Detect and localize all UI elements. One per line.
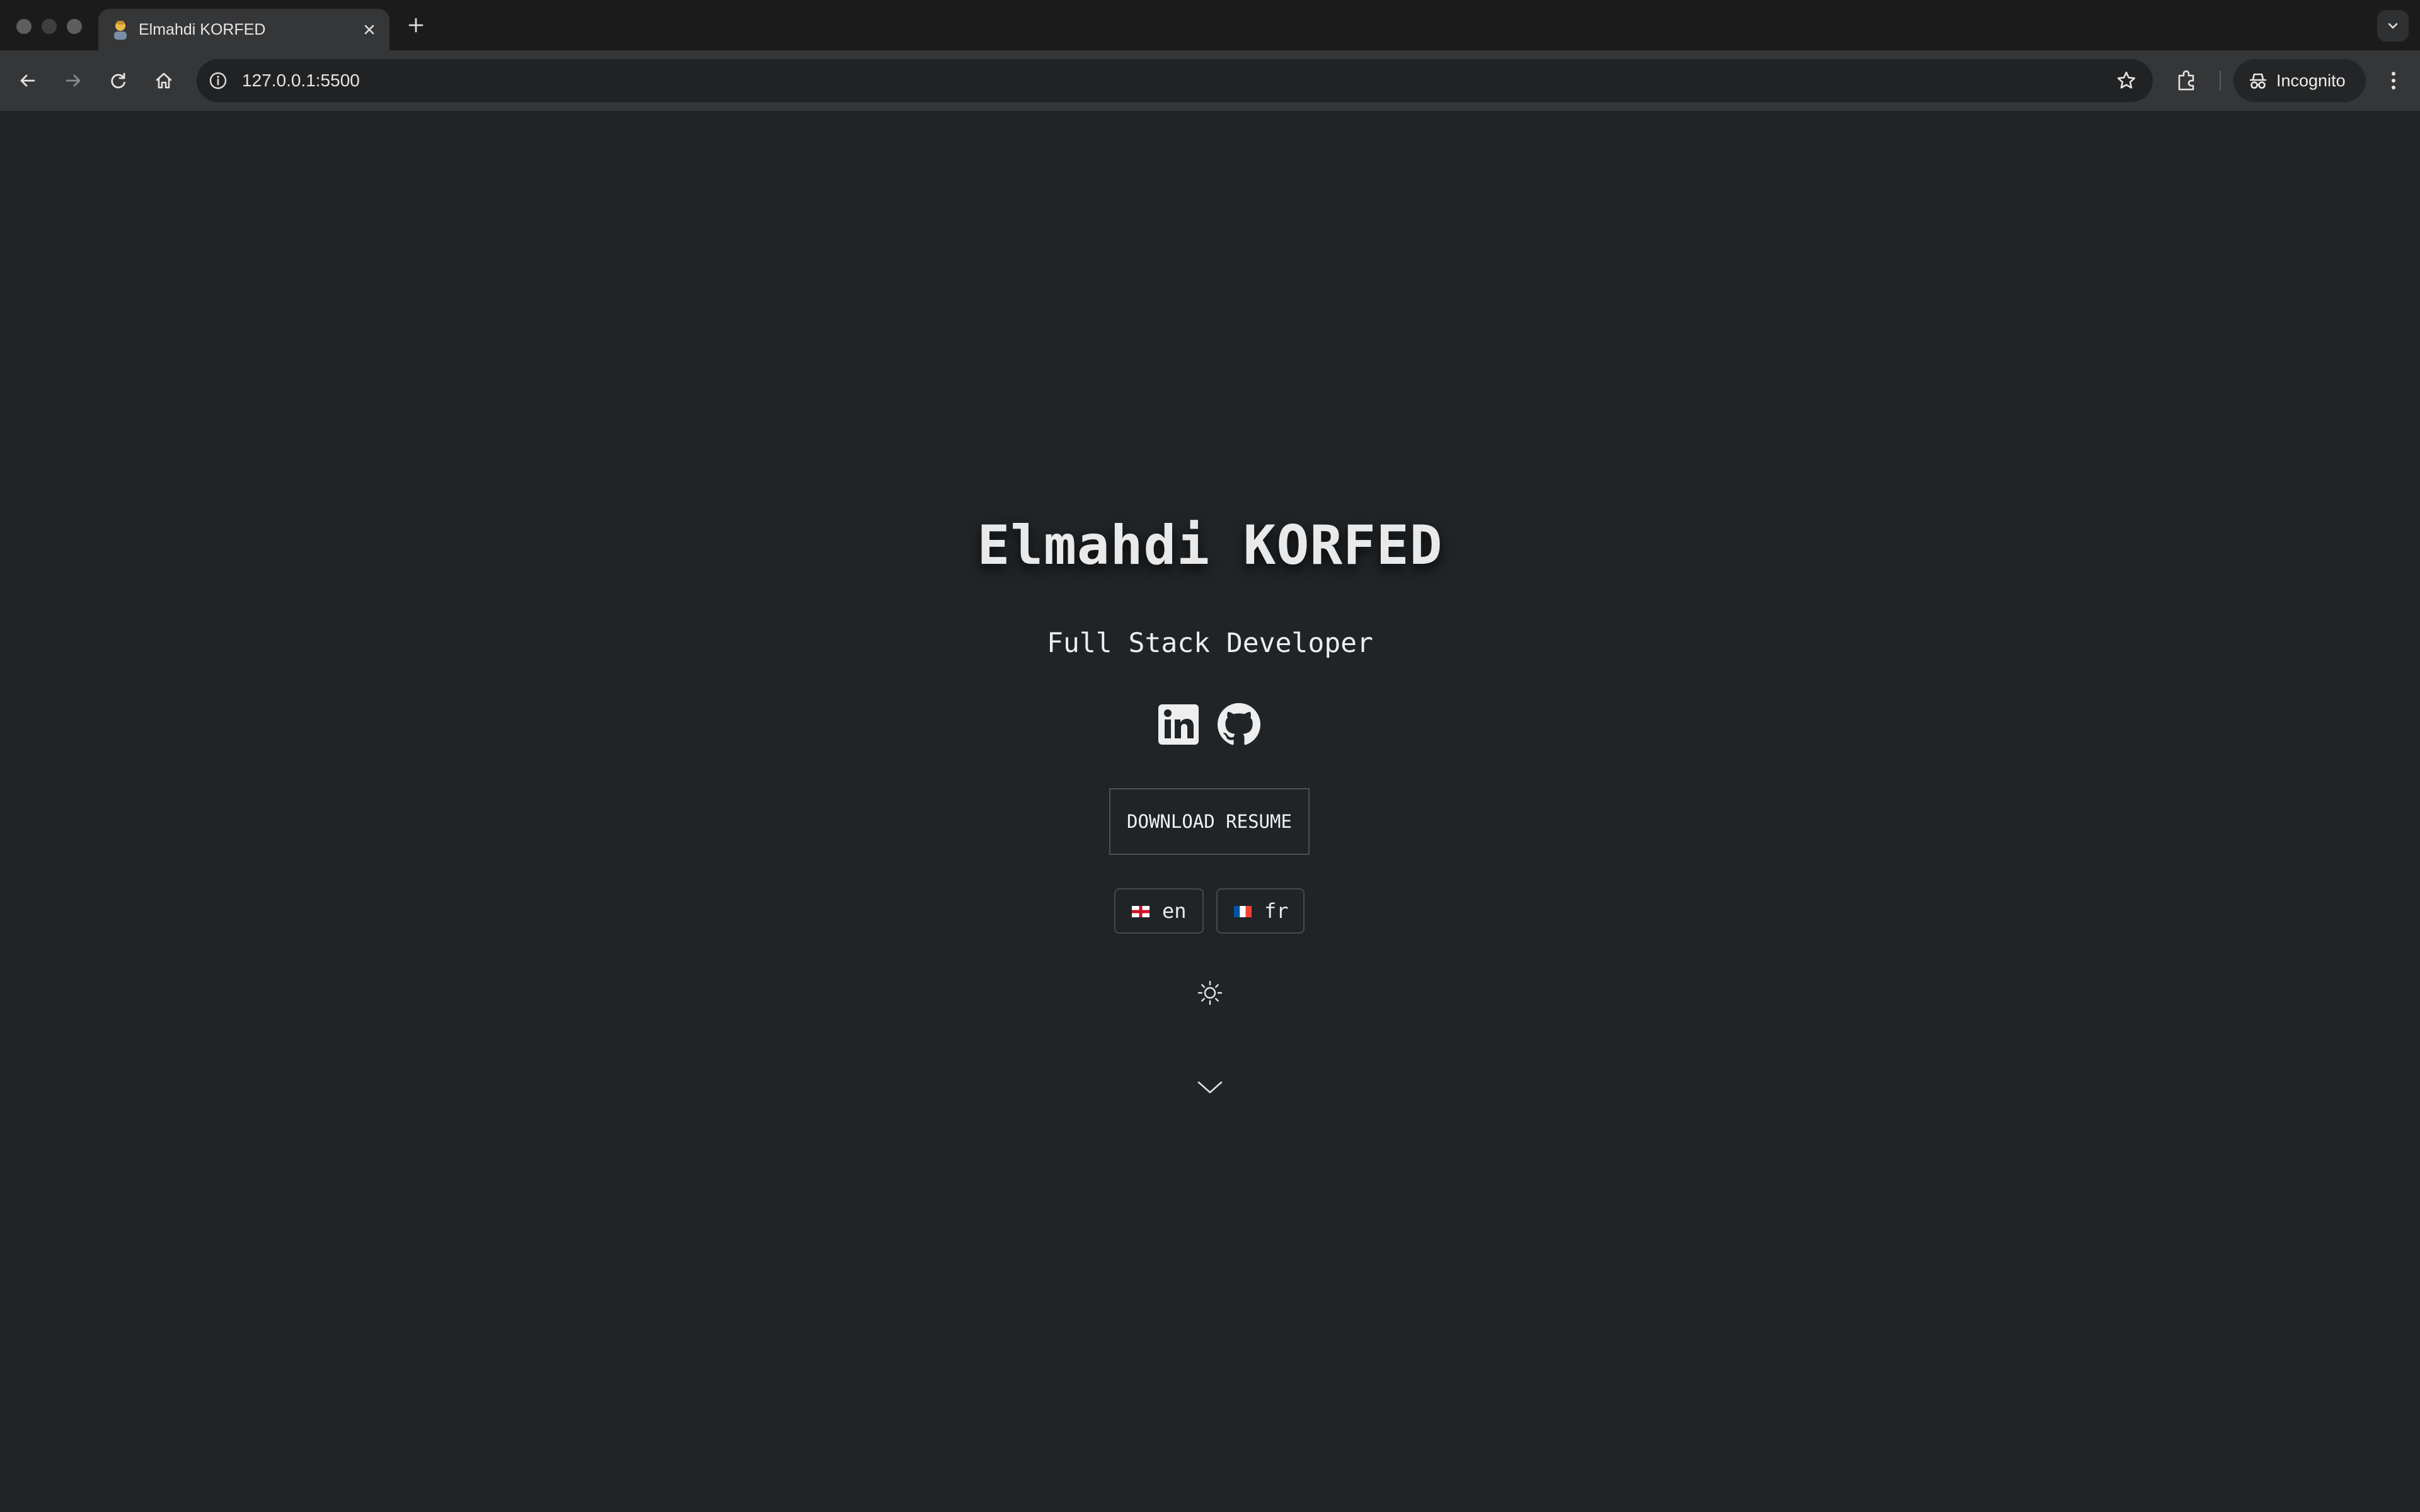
back-arrow-icon[interactable] (13, 66, 43, 96)
page-viewport: Elmahdi KORFED Full Stack Developer DOWN… (0, 111, 2420, 1512)
incognito-profile-button[interactable]: Incognito (2233, 59, 2366, 102)
incognito-label: Incognito (2276, 71, 2346, 90)
toolbar-divider (2220, 71, 2221, 91)
page-title: Elmahdi KORFED (977, 514, 1443, 577)
close-icon[interactable] (359, 20, 379, 40)
window-minimize-dot[interactable] (42, 19, 57, 34)
extensions-icon[interactable] (2172, 66, 2202, 96)
sun-icon[interactable] (1195, 978, 1225, 1008)
browser-toolbar: 127.0.0.1:5500 Incognito (0, 50, 2420, 111)
language-button-en[interactable]: en (1114, 888, 1204, 934)
home-icon[interactable] (149, 66, 179, 96)
linkedin-icon[interactable] (1157, 703, 1200, 746)
star-icon[interactable] (2115, 69, 2138, 92)
more-vert-icon[interactable] (2378, 66, 2409, 96)
language-label-en: en (1162, 899, 1187, 923)
france-flag-icon (1234, 906, 1252, 917)
language-label-fr: fr (1264, 899, 1289, 923)
browser-window: Elmahdi KORFED 127.0.0.1:5500 Incognito … (0, 0, 2420, 1512)
reload-icon[interactable] (103, 66, 134, 96)
incognito-icon (2247, 71, 2269, 92)
language-button-fr[interactable]: fr (1216, 888, 1305, 934)
forward-arrow-icon[interactable] (58, 66, 88, 96)
info-icon[interactable] (208, 71, 228, 91)
github-icon[interactable] (1218, 703, 1260, 746)
active-tab[interactable]: Elmahdi KORFED (98, 9, 389, 50)
person-emoji-icon (111, 19, 130, 40)
address-bar[interactable]: 127.0.0.1:5500 (197, 59, 2153, 102)
tab-search-chevron-icon[interactable] (2377, 10, 2409, 42)
social-links (1157, 703, 1263, 748)
url-text[interactable]: 127.0.0.1:5500 (242, 59, 360, 102)
window-close-dot[interactable] (16, 19, 32, 34)
tab-strip: Elmahdi KORFED (0, 0, 2420, 50)
tab-title: Elmahdi KORFED (139, 21, 266, 38)
england-flag-icon (1132, 906, 1150, 917)
chevron-down-icon[interactable] (1195, 1075, 1225, 1100)
window-zoom-dot[interactable] (67, 19, 82, 34)
new-tab-plus-icon[interactable] (403, 13, 429, 38)
job-title: Full Stack Developer (1047, 627, 1373, 659)
download-resume-button[interactable]: DOWNLOAD RESUME (1109, 788, 1310, 855)
